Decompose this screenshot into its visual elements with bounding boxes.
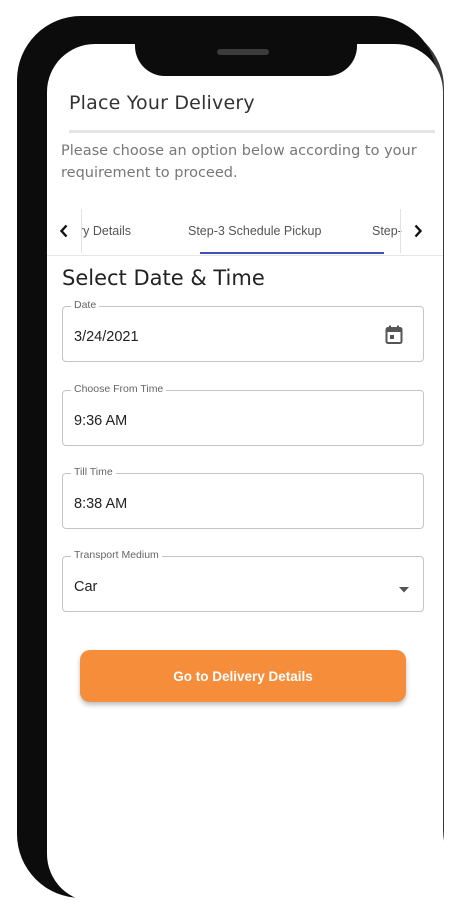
tab-delivery-details[interactable]: ery Details bbox=[82, 224, 131, 238]
active-tab-indicator bbox=[200, 252, 384, 254]
phone-speaker bbox=[217, 49, 269, 55]
dropdown-arrow-icon bbox=[399, 580, 409, 598]
transport-medium-label: Transport Medium bbox=[71, 549, 162, 561]
tab-viewport: ery Details Step-3 Schedule Pickup Step-… bbox=[82, 209, 402, 255]
tabs-scroll-right-button[interactable] bbox=[400, 209, 435, 253]
till-time-field[interactable]: Till Time 8:38 AM bbox=[62, 466, 424, 529]
step-tabs: ery Details Step-3 Schedule Pickup Step-… bbox=[47, 209, 443, 256]
date-field[interactable]: Date 3/24/2021 bbox=[62, 299, 424, 362]
calendar-icon[interactable] bbox=[385, 325, 403, 350]
section-title: Select Date & Time bbox=[62, 266, 265, 290]
phone-notch bbox=[135, 36, 357, 76]
go-to-delivery-details-button[interactable]: Go to Delivery Details bbox=[80, 650, 406, 702]
from-time-label: Choose From Time bbox=[71, 383, 167, 395]
tab-schedule-pickup[interactable]: Step-3 Schedule Pickup bbox=[188, 224, 321, 238]
tab-step-4[interactable]: Step-4 bbox=[372, 224, 402, 238]
from-time-value: 9:36 AM bbox=[74, 413, 128, 429]
transport-medium-value: Car bbox=[74, 579, 98, 595]
till-time-value: 8:38 AM bbox=[74, 496, 128, 512]
page-title: Place Your Delivery bbox=[69, 92, 255, 114]
transport-medium-select[interactable]: Transport Medium Car bbox=[62, 549, 424, 612]
phone-screen: Place Your Delivery Please choose an opt… bbox=[47, 44, 443, 902]
tabs-scroll-left-button[interactable] bbox=[47, 209, 82, 253]
instruction-text: Please choose an option below according … bbox=[61, 143, 417, 181]
till-time-label: Till Time bbox=[71, 466, 116, 478]
phone-frame: Place Your Delivery Please choose an opt… bbox=[17, 16, 443, 902]
date-field-label: Date bbox=[71, 299, 100, 311]
chevron-left-icon bbox=[59, 224, 68, 238]
from-time-field[interactable]: Choose From Time 9:36 AM bbox=[62, 383, 424, 446]
date-field-value: 3/24/2021 bbox=[74, 329, 139, 345]
chevron-right-icon bbox=[414, 224, 423, 238]
header-divider bbox=[69, 130, 435, 133]
